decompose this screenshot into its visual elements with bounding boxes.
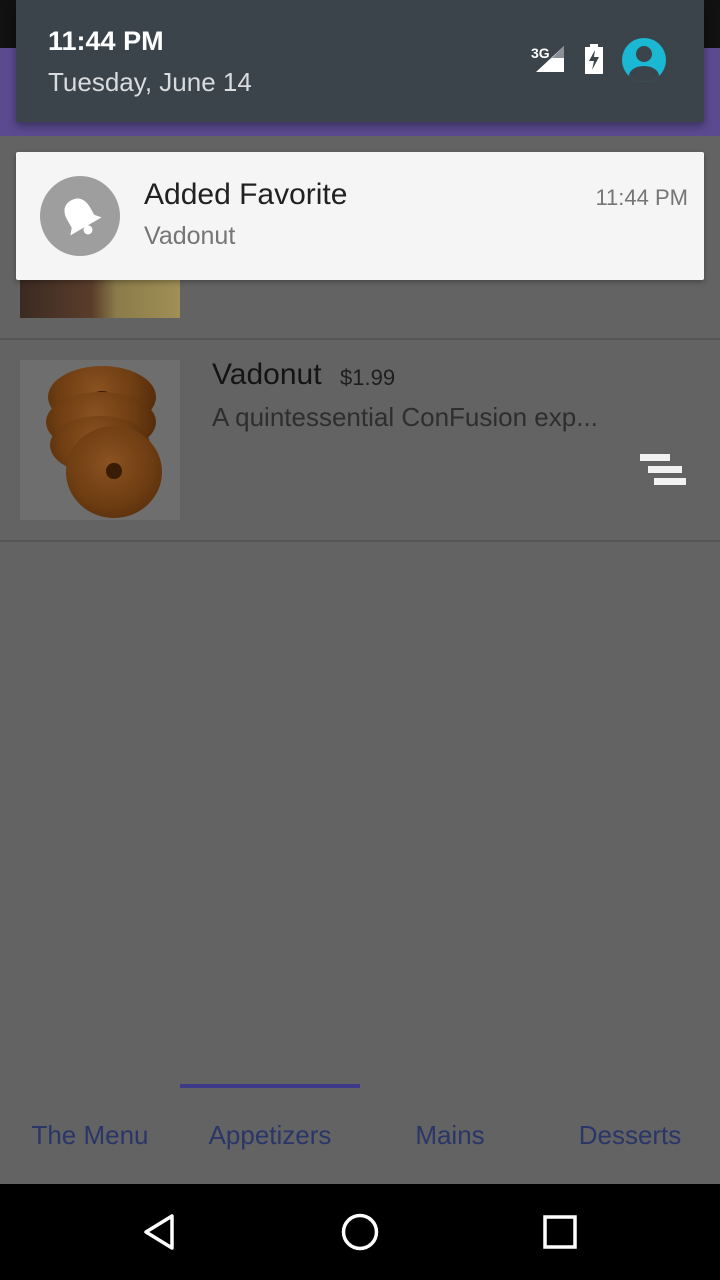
system-nav-bar [0, 1184, 720, 1280]
notification-text: Vadonut [144, 222, 236, 250]
clock: 11:44 PM [48, 26, 164, 56]
list-item-vadonut[interactable]: Vadonut $1.99 A quintessential ConFusion… [0, 340, 720, 542]
tab-indicator [180, 1084, 360, 1088]
battery-icon [584, 44, 604, 74]
notification-time: 11:44 PM [595, 185, 688, 210]
home-icon[interactable] [340, 1212, 380, 1252]
notification-card[interactable]: Added Favorite Vadonut 11:44 PM [16, 152, 704, 280]
notification-title: Added Favorite [144, 178, 348, 211]
network-type: 3G [531, 45, 550, 61]
tab-desserts[interactable]: Desserts [540, 1120, 720, 1151]
item-name: Vadonut [212, 358, 322, 391]
bell-icon [40, 176, 120, 256]
tab-mains[interactable]: Mains [360, 1120, 540, 1151]
dish-thumbnail-vadonut [20, 360, 180, 520]
donut-image [66, 426, 162, 518]
list-toggle-icon[interactable] [638, 454, 688, 490]
item-price: $1.99 [340, 365, 396, 390]
item-description: A quintessential ConFusion exp... [212, 402, 598, 432]
tab-appetizers[interactable]: Appetizers [180, 1120, 360, 1151]
tab-the-menu[interactable]: The Menu [0, 1120, 180, 1151]
recents-icon[interactable] [540, 1212, 580, 1252]
notification-shade-header[interactable]: 11:44 PM Tuesday, June 14 3G [16, 0, 704, 122]
tab-bar: The Menu Appetizers Mains Desserts [0, 1084, 720, 1184]
back-icon[interactable] [140, 1212, 180, 1252]
date: Tuesday, June 14 [48, 67, 252, 97]
user-avatar[interactable] [622, 38, 666, 82]
